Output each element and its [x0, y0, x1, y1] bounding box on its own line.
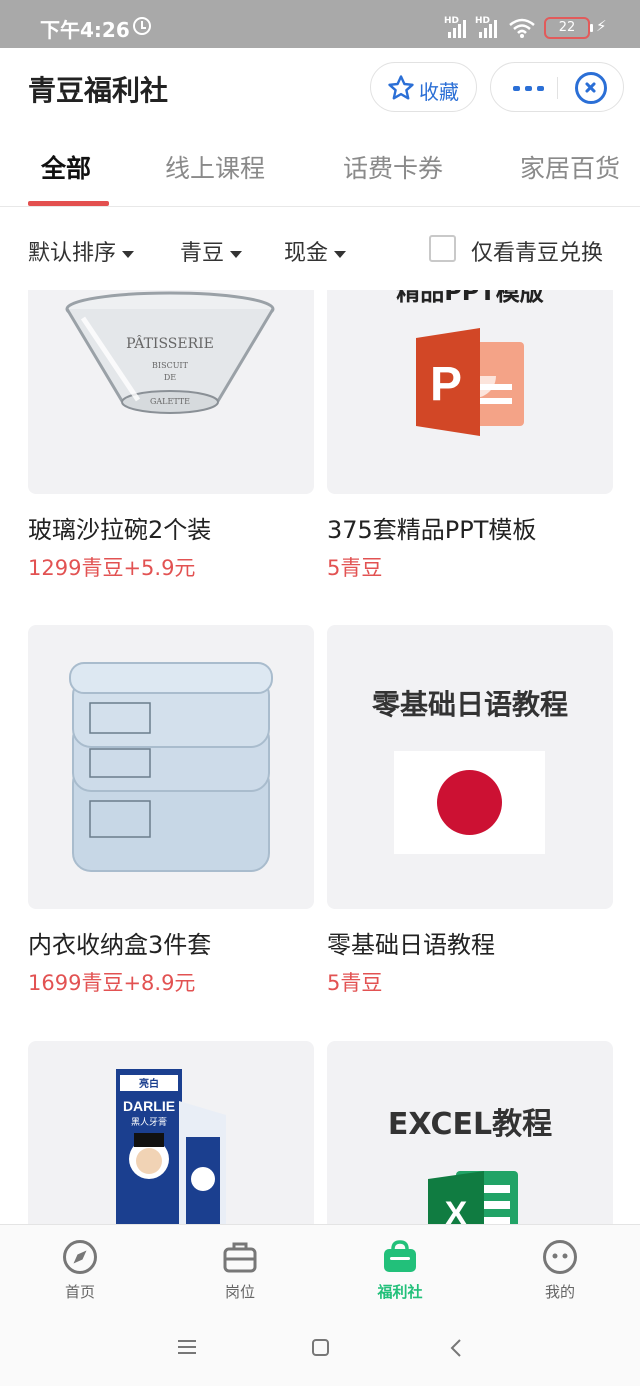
sort-label: 默认排序: [28, 241, 117, 266]
bowl-text-3: DE: [164, 373, 176, 382]
excel-image-title: EXCEL教程: [387, 1107, 553, 1142]
compass-icon: [63, 1240, 97, 1274]
nav-item-welfare[interactable]: 福利社: [320, 1225, 480, 1311]
battery-tip: [590, 24, 593, 32]
product-name: 玻璃沙拉碗2个装: [28, 516, 212, 544]
home-icon[interactable]: [312, 1339, 329, 1356]
tab-online-courses[interactable]: 线上课程: [165, 149, 265, 185]
ppt-logo-letter: P: [430, 358, 462, 411]
star-icon: [388, 75, 414, 100]
product-image: 亮白 DARLIE 黑人牙膏: [28, 1041, 314, 1224]
product-image: PÂTISSERIE BISCUIT DE GALETTE: [28, 290, 314, 494]
battery-level: 22: [558, 20, 576, 35]
excel-logo-letter: X: [445, 1195, 468, 1224]
product-grid: PÂTISSERIE BISCUIT DE GALETTE 玻璃沙拉碗2个装 1…: [0, 290, 640, 1224]
nav-label-welfare: 福利社: [377, 1283, 423, 1301]
nav-item-mine[interactable]: 我的: [480, 1225, 640, 1311]
japanese-image-title: 零基础日语教程: [371, 688, 568, 721]
header: 青豆福利社 收藏: [0, 48, 640, 128]
product-price: 1699青豆+8.9元: [28, 971, 196, 995]
charging-icon: ⚡: [596, 17, 607, 35]
alarm-icon: [133, 17, 151, 35]
signal-icon-2: [479, 18, 499, 38]
powerpoint-logo-icon: P: [416, 328, 524, 436]
product-price: 1299青豆+5.9元: [28, 556, 196, 580]
toothpaste-chinese: 黑人牙膏: [131, 1116, 167, 1128]
japan-flag-image: [394, 751, 545, 854]
nav-item-home[interactable]: 首页: [0, 1225, 160, 1311]
tab-home-goods[interactable]: 家居百货: [520, 149, 620, 185]
bowl-text-1: PÂTISSERIE: [126, 334, 214, 352]
page-title: 青豆福利社: [28, 74, 169, 107]
close-mini-program-icon[interactable]: [575, 72, 607, 104]
nav-label-home: 首页: [64, 1283, 95, 1301]
battery-icon: 22: [544, 17, 590, 39]
product-name: 375套精品PPT模板: [327, 516, 537, 544]
product-price: 5青豆: [327, 556, 383, 580]
product-image: EXCEL教程 X: [327, 1041, 613, 1224]
mini-program-capsule: [490, 62, 624, 112]
tab-all[interactable]: 全部: [41, 149, 91, 185]
caret-down-icon: [334, 250, 347, 258]
product-price: 5青豆: [327, 971, 383, 995]
cash-dropdown[interactable]: 现金: [284, 235, 347, 267]
glass-bowl-image: PÂTISSERIE BISCUIT DE GALETTE: [65, 291, 275, 414]
nav-item-jobs[interactable]: 岗位: [160, 1225, 320, 1311]
cash-label: 现金: [284, 241, 329, 266]
nav-label-mine: 我的: [544, 1283, 575, 1301]
bowl-text-2: BISCUIT: [152, 361, 189, 370]
only-beans-label[interactable]: 仅看青豆兑换: [471, 235, 603, 267]
nav-label-jobs: 岗位: [224, 1283, 255, 1301]
flag-circle: [437, 770, 502, 835]
capsule-divider: [557, 77, 558, 99]
product-image: [28, 625, 314, 909]
signal-icon: [448, 18, 468, 38]
toothpaste-image: 亮白 DARLIE 黑人牙膏: [116, 1069, 226, 1224]
toothpaste-brand: DARLIE: [123, 1098, 175, 1114]
briefcase-icon: [223, 1242, 257, 1273]
category-tabs: 全部 线上课程 话费卡券 家居百货: [0, 128, 640, 207]
smiley-icon: [543, 1240, 577, 1274]
beans-dropdown[interactable]: 青豆: [180, 235, 243, 267]
favorite-button[interactable]: 收藏: [370, 62, 477, 112]
toothpaste-brand-small: 亮白: [139, 1077, 159, 1090]
status-time: 下午4:26: [40, 18, 130, 42]
caret-down-icon: [122, 250, 135, 258]
ppt-image-heading: 精品PPT模版: [396, 290, 544, 306]
product-image: 精品PPT模版 P: [327, 290, 613, 494]
excel-logo-icon: X: [428, 1171, 518, 1224]
tab-phone-cards[interactable]: 话费卡券: [343, 149, 443, 185]
favorite-label: 收藏: [419, 80, 459, 104]
recent-apps-icon[interactable]: [178, 1340, 196, 1354]
wifi-icon: [509, 18, 535, 38]
back-icon[interactable]: [449, 1339, 463, 1357]
bowl-text-4: GALETTE: [150, 397, 190, 406]
system-nav-bar: [0, 1310, 640, 1386]
product-image: 零基础日语教程: [327, 625, 613, 909]
only-beans-checkbox[interactable]: [429, 235, 456, 262]
product-name: 零基础日语教程: [327, 931, 495, 959]
gift-bag-icon: [384, 1240, 416, 1272]
caret-down-icon: [230, 250, 243, 258]
beans-label: 青豆: [180, 241, 225, 266]
sort-dropdown[interactable]: 默认排序: [28, 235, 135, 267]
storage-box-image: [69, 662, 273, 872]
bottom-nav: 首页 岗位 福利社 我的: [0, 1224, 640, 1310]
status-bar: 下午4:26 HD HD 22 ⚡: [0, 0, 640, 48]
tab-active-indicator: [28, 201, 109, 206]
product-name: 内衣收纳盒3件套: [28, 931, 212, 959]
